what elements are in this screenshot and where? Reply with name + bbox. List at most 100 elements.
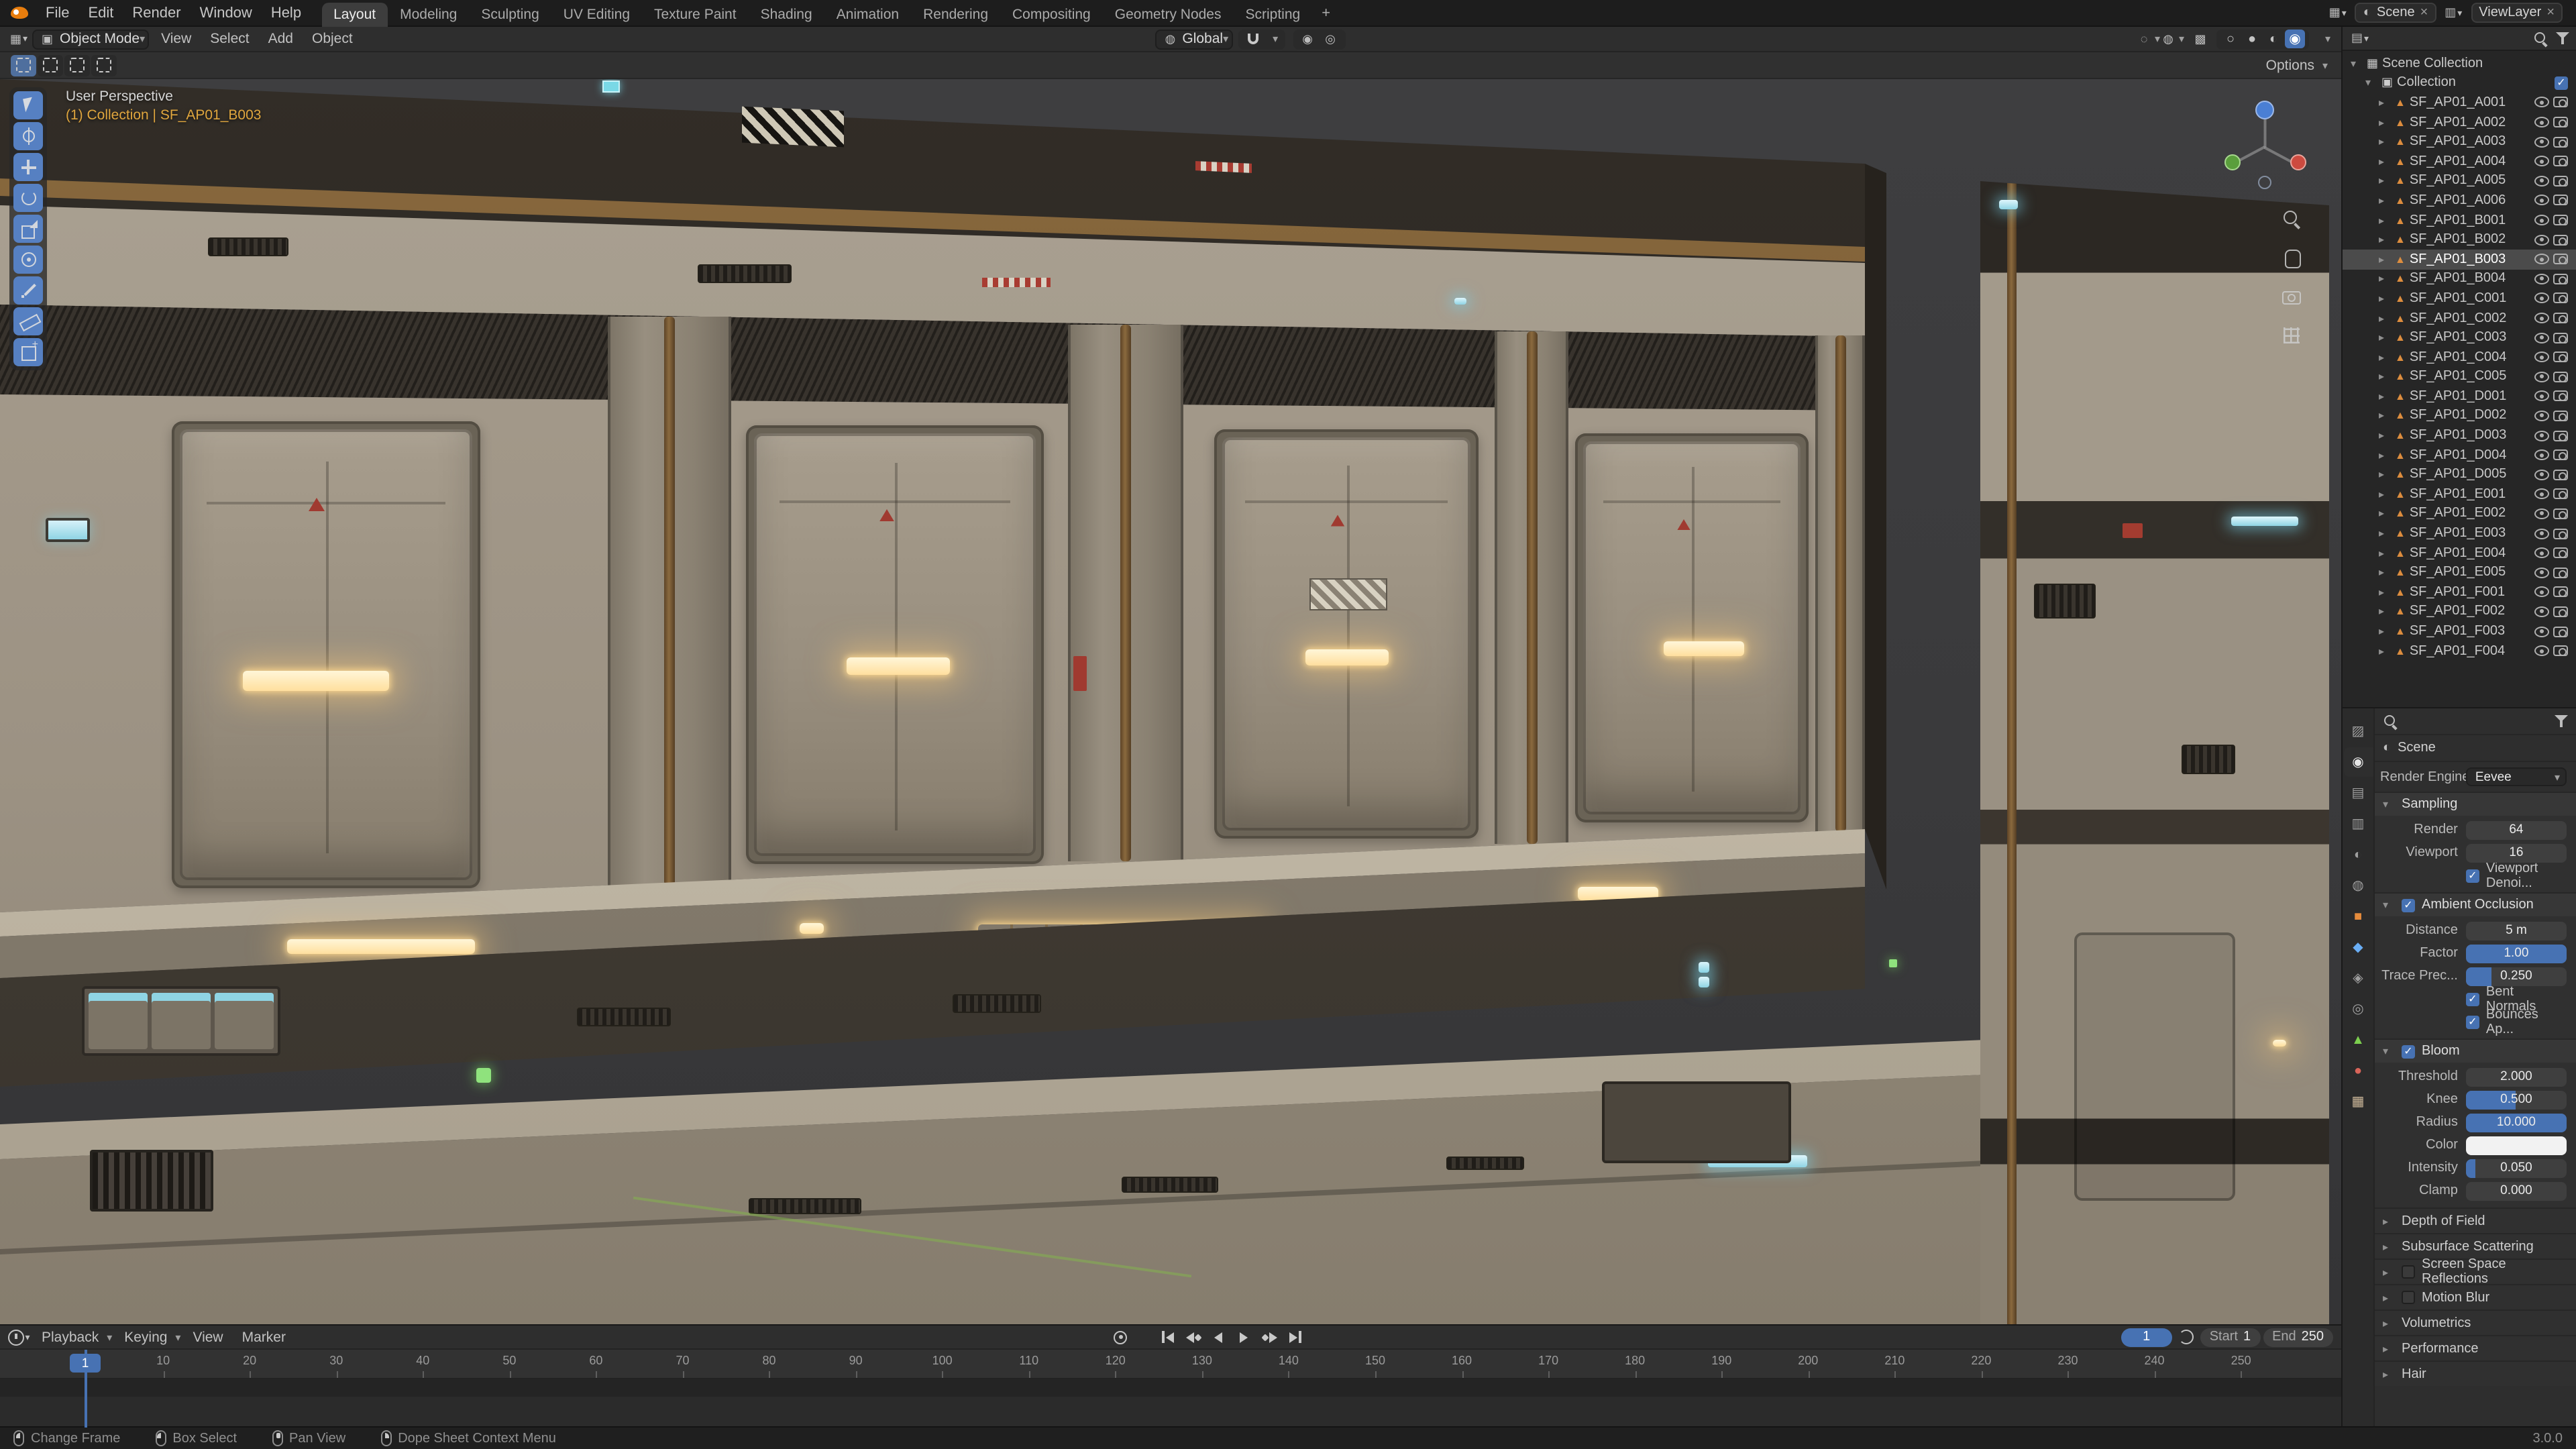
outliner-item[interactable]: SF_AP01_E004 (2343, 543, 2576, 563)
tool-button[interactable] (13, 276, 43, 305)
properties-tab[interactable]: ▥ (2343, 809, 2373, 839)
outliner-editor-icon[interactable]: ▤▾ (2349, 29, 2371, 48)
collection-checkbox[interactable] (2555, 76, 2568, 90)
outliner-item[interactable]: SF_AP01_B003 (2343, 250, 2576, 269)
hide-in-viewport-icon[interactable] (2534, 332, 2549, 343)
collapsed-section[interactable]: Motion Blur (2375, 1284, 2576, 1309)
tool-button[interactable] (13, 307, 43, 335)
disable-in-render-icon[interactable] (2553, 313, 2568, 323)
xray-toggle-icon[interactable]: ▩ (2190, 30, 2211, 48)
outliner-item[interactable]: SF_AP01_C003 (2343, 328, 2576, 347)
use-preview-range-icon[interactable] (2175, 1327, 2198, 1347)
section-checkbox[interactable] (2402, 1291, 2415, 1304)
disable-in-render-icon[interactable] (2553, 372, 2568, 382)
outliner-item[interactable]: SF_AP01_A001 (2343, 93, 2576, 112)
tool-button[interactable] (13, 153, 43, 181)
workspace-tab[interactable]: Sculpting (469, 2, 551, 26)
topbar-menu[interactable]: Render (123, 3, 190, 22)
properties-tab[interactable]: ◐ (2343, 840, 2373, 869)
topbar-menu[interactable]: Help (262, 3, 311, 22)
play-reverse-button[interactable] (1208, 1327, 1230, 1347)
workspace-tab[interactable]: Shading (749, 2, 824, 26)
hide-in-viewport-icon[interactable] (2534, 176, 2549, 186)
outliner-item[interactable]: SF_AP01_E005 (2343, 563, 2576, 582)
disable-in-render-icon[interactable] (2553, 156, 2568, 167)
workspace-tab[interactable]: Compositing (1000, 2, 1103, 26)
hide-in-viewport-icon[interactable] (2534, 626, 2549, 637)
collapsed-section[interactable]: Depth of Field (2375, 1208, 2576, 1233)
collapsed-section[interactable]: Hair (2375, 1360, 2576, 1386)
disable-in-render-icon[interactable] (2553, 274, 2568, 284)
shading-rendered-icon[interactable]: ◉ (2285, 30, 2305, 48)
expand-icon[interactable] (2379, 566, 2391, 578)
expand-icon[interactable] (2379, 233, 2391, 246)
hide-in-viewport-icon[interactable] (2534, 97, 2549, 108)
outliner-item[interactable]: SF_AP01_C002 (2343, 308, 2576, 327)
add-workspace-button[interactable]: + (1312, 2, 1340, 23)
expand-icon[interactable] (2379, 156, 2391, 168)
outliner-item[interactable]: SF_AP01_F004 (2343, 641, 2576, 661)
camera-view-icon[interactable] (2281, 286, 2302, 307)
blender-logo-icon[interactable] (11, 7, 28, 19)
outliner-item[interactable]: SF_AP01_D003 (2343, 426, 2576, 445)
expand-icon[interactable] (2379, 312, 2391, 324)
hide-in-viewport-icon[interactable] (2534, 352, 2549, 362)
expand-icon[interactable] (2383, 1291, 2395, 1303)
hide-in-viewport-icon[interactable] (2534, 430, 2549, 441)
shading-material-icon[interactable]: ◐ (2263, 30, 2284, 48)
properties-tab[interactable]: ◍ (2343, 871, 2373, 900)
outliner-item[interactable]: SF_AP01_E001 (2343, 484, 2576, 504)
workspace-tab[interactable]: Layout (321, 2, 388, 26)
bloom-clamp-field[interactable]: 0.000 (2466, 1181, 2567, 1200)
disable-in-render-icon[interactable] (2553, 587, 2568, 598)
axis-y-icon[interactable] (2224, 154, 2241, 170)
auto-keying-button[interactable] (1110, 1327, 1132, 1347)
mode-dropdown[interactable]: ▣Object Mode (32, 29, 149, 49)
jump-to-start-button[interactable] (1157, 1327, 1179, 1347)
outliner-item[interactable]: SF_AP01_D004 (2343, 445, 2576, 465)
expand-icon[interactable] (2379, 292, 2391, 305)
axis-neg-z-icon[interactable] (2258, 176, 2271, 189)
select-mode-new-button[interactable] (11, 54, 36, 76)
hide-in-viewport-icon[interactable] (2534, 606, 2549, 617)
disable-in-render-icon[interactable] (2553, 489, 2568, 500)
hide-in-viewport-icon[interactable] (2534, 587, 2549, 598)
shading-options-dropdown[interactable] (2314, 30, 2333, 48)
outliner-item[interactable]: SF_AP01_C004 (2343, 347, 2576, 367)
outliner-item[interactable]: SF_AP01_E002 (2343, 504, 2576, 523)
bloom-threshold-field[interactable]: 2.000 (2466, 1067, 2567, 1086)
disable-in-render-icon[interactable] (2553, 470, 2568, 480)
tool-button[interactable] (13, 122, 43, 150)
expand-icon[interactable] (2379, 488, 2391, 500)
expand-icon[interactable] (2379, 586, 2391, 598)
overlays-dropdown[interactable]: ◍ (2165, 30, 2187, 48)
timeline-tracks[interactable] (0, 1379, 2341, 1426)
workspace-tab[interactable]: Rendering (911, 2, 1000, 26)
toggle-grid-icon[interactable] (2281, 325, 2302, 346)
properties-tab[interactable]: ◉ (2343, 747, 2373, 777)
hide-in-viewport-icon[interactable] (2534, 470, 2549, 480)
bloom-checkbox[interactable] (2402, 1044, 2415, 1058)
playhead[interactable]: 1 (70, 1354, 101, 1373)
properties-tab[interactable]: ◆ (2343, 932, 2373, 962)
disable-in-render-icon[interactable] (2553, 293, 2568, 304)
frame-end-field[interactable]: End 250 (2263, 1328, 2333, 1346)
disable-in-render-icon[interactable] (2553, 117, 2568, 127)
expand-icon[interactable] (2379, 508, 2391, 520)
expand-icon[interactable] (2379, 331, 2391, 343)
collapse-icon[interactable] (2383, 1045, 2395, 1057)
remove-viewlayer-icon[interactable]: × (2546, 5, 2555, 20)
navigation-gizmo[interactable] (2216, 95, 2313, 192)
expand-icon[interactable] (2379, 527, 2391, 539)
select-mode-subtract-button[interactable] (64, 54, 90, 76)
expand-icon[interactable] (2379, 390, 2391, 402)
outliner-item[interactable]: SF_AP01_D001 (2343, 386, 2576, 406)
expand-icon[interactable] (2379, 253, 2391, 265)
shading-solid-icon[interactable]: ● (2242, 30, 2262, 48)
hide-in-viewport-icon[interactable] (2534, 234, 2549, 245)
outliner-item[interactable]: SF_AP01_A005 (2343, 171, 2576, 191)
workspace-tab[interactable]: Modeling (388, 2, 469, 26)
expand-icon[interactable] (2379, 136, 2391, 148)
prev-keyframe-button[interactable] (1182, 1327, 1205, 1347)
collection-row[interactable]: Collection (2343, 73, 2576, 93)
